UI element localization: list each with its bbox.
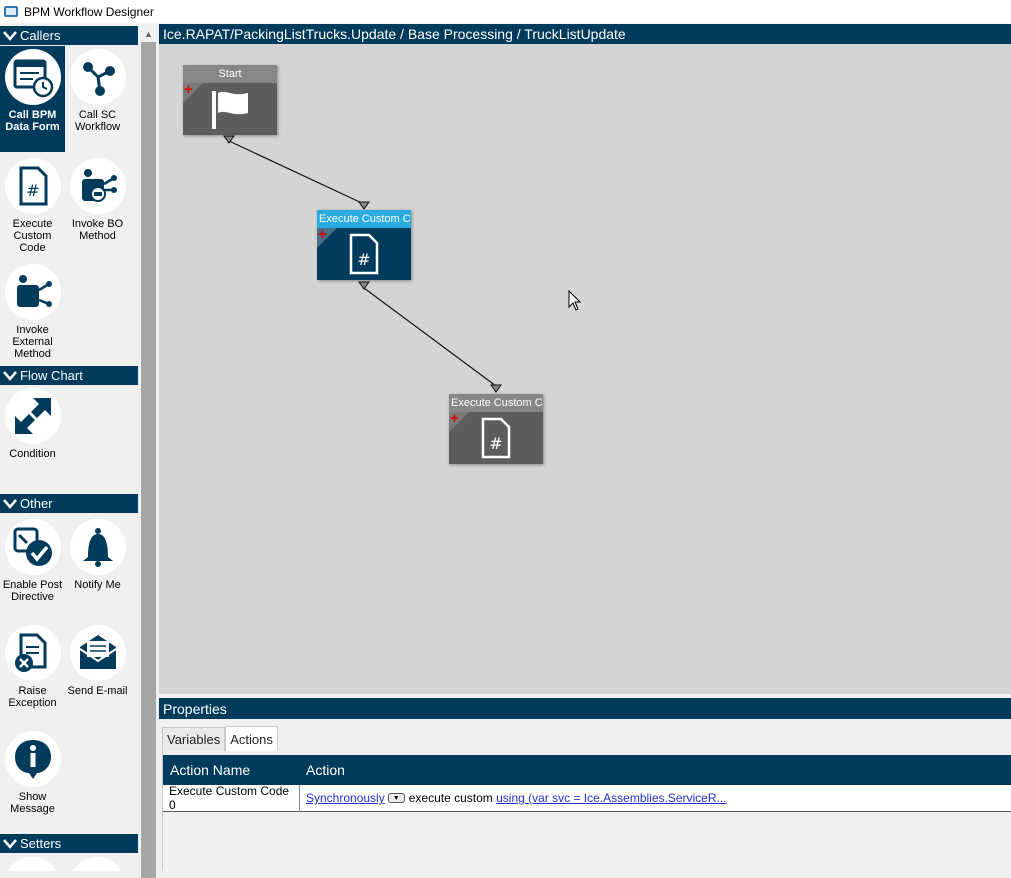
flag-icon (212, 91, 248, 129)
window-titlebar: BPM Workflow Designer (0, 0, 1011, 23)
code-file-icon: # (4, 158, 61, 214)
connectors-layer (223, 135, 502, 393)
workflow-canvas[interactable]: Start + Execute Custom Co + # Execute Cu… (159, 44, 1011, 694)
add-plus-icon[interactable]: + (318, 227, 327, 242)
toolbox-panel: Callers Call BPM Data Form Call SC Workf… (0, 23, 138, 871)
tool-label: Send E-mail (67, 685, 128, 697)
group-header-setters[interactable]: Setters (0, 834, 138, 853)
mouse-cursor-icon (568, 290, 582, 311)
table-row[interactable]: Execute Custom Code 0 Synchronously ▼ ex… (163, 784, 1011, 812)
tool-call-sc-workflow[interactable]: Call SC Workflow (65, 46, 130, 152)
node-title: Execute Custom Co (317, 210, 411, 228)
connector-line (228, 140, 365, 205)
group-label: Flow Chart (20, 368, 83, 383)
app-window-icon (4, 6, 18, 17)
workflow-nodes-icon (69, 49, 126, 105)
post-directive-icon (4, 519, 61, 575)
dropdown-arrow-icon[interactable]: ▼ (387, 793, 405, 803)
node-title: Execute Custom Co (449, 394, 543, 412)
properties-tabs: Variables Actions (162, 726, 278, 751)
chevron-down-icon (0, 26, 20, 45)
action-name-cell: Execute Custom Code 0 (163, 784, 300, 812)
designer-breadcrumb: Ice.RAPAT/PackingListTrucks.Update / Bas… (159, 24, 1011, 44)
add-plus-icon[interactable]: + (184, 82, 193, 97)
tool-call-bpm-data-form[interactable]: Call BPM Data Form (0, 46, 65, 152)
column-header-action-name[interactable]: Action Name (163, 762, 300, 778)
tool-invoke-bo-method[interactable]: Invoke BO Method (65, 155, 130, 255)
mode-link[interactable]: Synchronously (306, 791, 385, 805)
action-cell: Synchronously ▼ execute custom using (va… (300, 791, 727, 805)
tool-enable-post-directive[interactable]: Enable Post Directive (0, 516, 65, 616)
tool-label: Notify Me (74, 579, 121, 591)
group-header-other[interactable]: Other (0, 494, 138, 513)
actions-table: Action Name Action Execute Custom Code 0… (162, 751, 1011, 871)
tool-condition[interactable]: Condition (0, 385, 65, 465)
envelope-icon (69, 625, 126, 681)
group-label: Setters (20, 836, 62, 851)
bo-method-icon (69, 158, 126, 214)
code-file-icon: # (349, 233, 379, 275)
code-file-icon: # (481, 417, 511, 459)
form-clock-icon (4, 49, 61, 105)
node-execute-custom-code-active[interactable]: Execute Custom Co + # (317, 210, 411, 280)
tool-setter-partial[interactable] (4, 857, 60, 871)
tool-label: Call BPM Data Form (5, 109, 60, 133)
bell-icon (69, 519, 126, 575)
group-header-flow-chart[interactable]: Flow Chart (0, 366, 138, 385)
group-header-callers[interactable]: Callers (0, 26, 138, 45)
tool-label: Condition (9, 448, 56, 460)
tool-setter-partial[interactable] (69, 857, 125, 871)
tool-invoke-external-method[interactable]: Invoke External Method (0, 261, 65, 361)
tab-actions[interactable]: Actions (225, 726, 278, 751)
node-title: Start (183, 65, 277, 83)
chevron-down-icon (0, 834, 20, 853)
node-start[interactable]: Start + (183, 65, 277, 135)
output-port-icon (223, 135, 235, 144)
exception-icon (4, 625, 61, 681)
properties-header: Properties (159, 698, 1011, 719)
tool-send-email[interactable]: Send E-mail (65, 622, 130, 722)
table-header: Action Name Action (163, 755, 1011, 785)
tool-label: Call SC Workflow (74, 109, 121, 133)
condition-arrows-icon (4, 388, 61, 444)
tool-label: Execute Custom Code (12, 218, 53, 254)
input-port-icon (490, 384, 502, 393)
node-execute-custom-code[interactable]: Execute Custom Co + # (449, 394, 543, 464)
group-label: Other (20, 496, 53, 511)
tool-label: Enable Post Directive (2, 579, 63, 603)
properties-panel: Variables Actions Action Name Action Exe… (159, 719, 1011, 871)
code-link[interactable]: using (var svc = Ice.Assemblies.ServiceR… (496, 791, 726, 805)
column-header-action[interactable]: Action (300, 762, 345, 778)
input-port-icon (358, 201, 370, 210)
connector-line (363, 287, 497, 387)
tool-execute-custom-code[interactable]: # Execute Custom Code (0, 155, 65, 255)
tool-label: Raise Exception (8, 685, 57, 709)
external-method-icon (4, 264, 61, 320)
svg-text:#: # (26, 181, 39, 200)
toolbox-scrollbar[interactable]: ▲ (140, 23, 157, 878)
info-bubble-icon (4, 731, 61, 787)
breadcrumb-text: Ice.RAPAT/PackingListTrucks.Update / Bas… (163, 26, 626, 42)
tool-notify-me[interactable]: Notify Me (65, 516, 130, 616)
scrollbar-thumb[interactable] (141, 42, 156, 878)
group-label: Callers (20, 28, 61, 43)
scroll-up-arrow-icon[interactable]: ▲ (140, 25, 157, 42)
output-port-icon (358, 281, 370, 290)
chevron-down-icon (0, 494, 20, 513)
add-plus-icon[interactable]: + (450, 411, 459, 426)
tab-variables[interactable]: Variables (162, 727, 226, 751)
tool-label: Show Message (10, 791, 55, 815)
tool-raise-exception[interactable]: Raise Exception (0, 622, 65, 722)
tool-label: Invoke External Method (12, 324, 53, 360)
tool-show-message[interactable]: Show Message (0, 728, 65, 828)
action-text: execute custom (408, 791, 493, 805)
window-title: BPM Workflow Designer (24, 4, 154, 19)
chevron-down-icon (0, 366, 20, 385)
tool-label: Invoke BO Method (71, 218, 124, 242)
svg-text:#: # (357, 250, 370, 269)
svg-text:#: # (489, 434, 502, 453)
properties-title: Properties (163, 700, 227, 717)
